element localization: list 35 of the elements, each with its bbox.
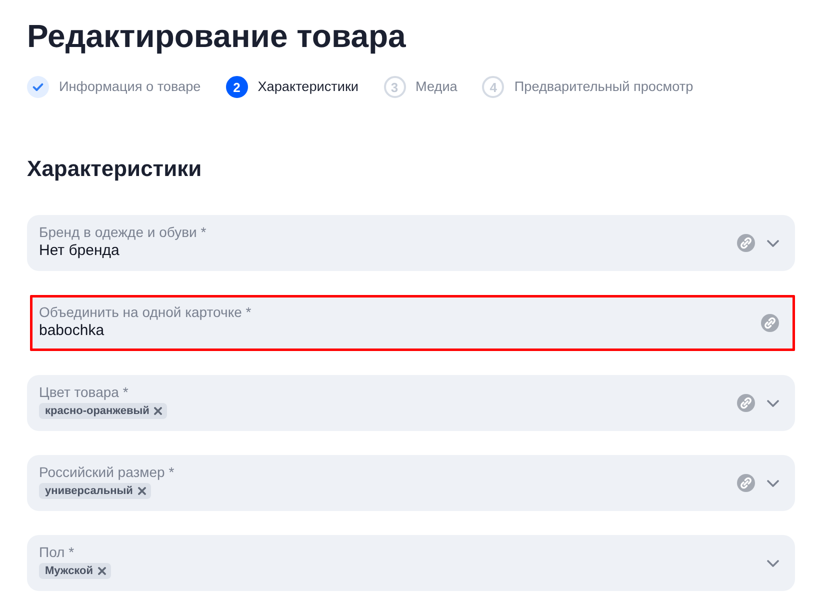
step-number: 2 [226,76,248,98]
select-field[interactable]: Цвет товара * красно-оранжевый [27,375,795,431]
tag-text: красно-оранжевый [45,404,150,418]
link-icon[interactable] [737,394,755,412]
link-icon[interactable] [761,314,779,332]
close-icon[interactable] [98,567,106,575]
link-icon[interactable] [737,474,755,492]
close-icon[interactable] [138,487,146,495]
field-label: Пол * [39,544,74,560]
link-icon[interactable] [737,234,755,252]
select-field[interactable]: Пол * Мужской [27,535,795,591]
step-label: Медиа [416,78,458,96]
field-value: Нет бренда [39,241,120,261]
field-value: babochka [39,321,104,341]
chevron-down-icon[interactable] [767,400,779,406]
chevron-down-icon[interactable] [767,480,779,486]
close-icon[interactable] [154,407,162,415]
page-title: Редактирование товара [27,17,406,56]
step-number: 4 [482,76,504,98]
step-number: 3 [384,76,406,98]
tag-text: Мужской [45,564,94,578]
field-label: Российский размер * [39,464,174,480]
section-title: Характеристики [27,155,202,183]
field-label: Объединить на одной карточке * [39,304,252,320]
text-field[interactable]: Объединить на одной карточке * babochka [30,295,795,351]
field-label: Бренд в одежде и обуви * [39,224,206,240]
step-label: Предварительный просмотр [514,78,694,96]
step-label: Информация о товаре [59,78,201,96]
tag-text: универсальный [45,484,133,498]
field-label: Цвет товара * [39,384,128,400]
select-field[interactable]: Бренд в одежде и обуви * Нет бренда [27,215,795,271]
select-field[interactable]: Российский размер * универсальный [27,455,795,511]
step-label: Характеристики [258,78,359,96]
chevron-down-icon[interactable] [767,560,779,566]
chevron-down-icon[interactable] [767,240,779,246]
